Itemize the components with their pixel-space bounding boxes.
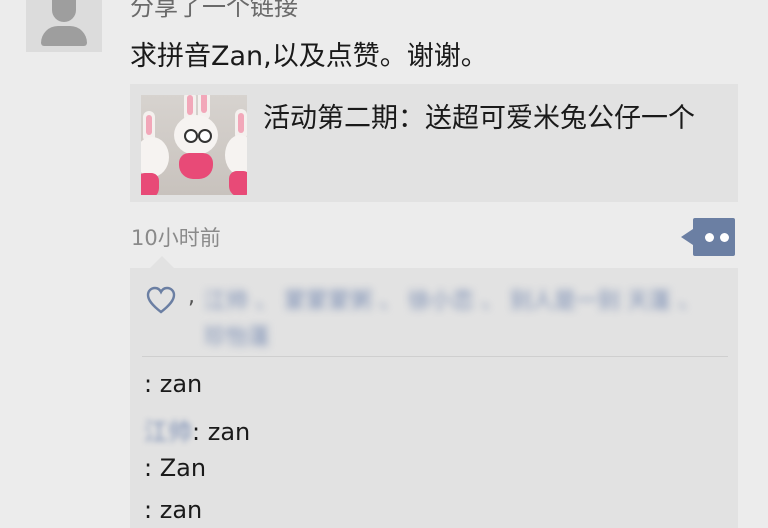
heart-outline-icon[interactable] xyxy=(146,286,176,316)
feedback-panel: , 江帅 、 蒙蒙蒙粥 、 徐小恋 、 别人是一别 天蓬 、 珍怡蓬 : zan… xyxy=(130,256,738,528)
likes-row: , 江帅 、 蒙蒙蒙粥 、 徐小恋 、 别人是一别 天蓬 、 珍怡蓬 xyxy=(146,282,726,354)
feedback-notch xyxy=(150,256,174,268)
avatar-body xyxy=(41,26,87,46)
comment-author[interactable]: 江帅 xyxy=(144,418,192,446)
comment-item[interactable]: : zan xyxy=(144,370,202,398)
comment-item[interactable]: : zan xyxy=(144,496,202,524)
comment-text: : zan xyxy=(144,496,203,524)
shared-link-card[interactable]: 活动第二期：送超可爱米兔公仔一个 xyxy=(130,84,738,202)
link-thumbnail xyxy=(141,95,247,195)
comment-dot xyxy=(720,233,729,242)
post-header-text: 分享了一个链接 xyxy=(130,0,298,21)
post-text: 求拼音Zan,以及点赞。谢谢。 xyxy=(130,41,488,72)
comment-item[interactable]: 江帅: zan xyxy=(144,412,250,447)
comment-dot xyxy=(705,233,714,242)
comment-text: : zan xyxy=(192,418,251,446)
comment-text: : Zan xyxy=(144,454,207,482)
post-timestamp: 10小时前 xyxy=(131,226,221,250)
avatar-head xyxy=(52,0,76,22)
liked-by-names[interactable]: 江帅 、 蒙蒙蒙粥 、 徐小恋 、 别人是一别 天蓬 、 珍怡蓬 xyxy=(204,284,724,356)
comment-button[interactable] xyxy=(681,218,737,256)
comment-item[interactable]: : Zan xyxy=(144,454,206,482)
comment-bubble-tip xyxy=(681,229,693,245)
divider xyxy=(142,356,728,357)
likes-separator: , xyxy=(188,284,195,309)
avatar[interactable] xyxy=(26,0,102,52)
link-title: 活动第二期：送超可爱米兔公仔一个 xyxy=(263,103,695,134)
comment-text: : zan xyxy=(144,370,203,398)
